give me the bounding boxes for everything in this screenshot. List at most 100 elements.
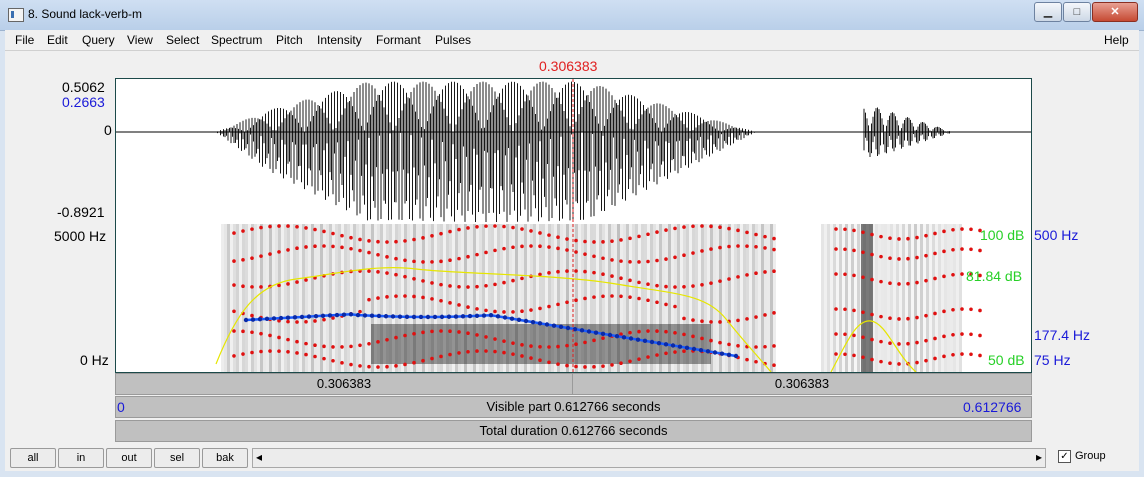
spectrogram-column [761,224,764,372]
waveform-plot[interactable] [116,79,1031,225]
formant-point [520,227,524,231]
formant-point [367,269,371,273]
formant-point [834,247,838,251]
formant-point [709,247,713,251]
formant-point [628,278,632,283]
formant-point [709,281,713,285]
spectrogram-column [914,224,917,372]
formant-point [852,308,856,313]
spectrogram-column [770,224,773,372]
formant-point [385,295,389,299]
spectrogram-plot[interactable] [116,224,1031,373]
spectrogram-column [929,224,932,372]
formant-point [655,258,659,263]
pitch-point [432,314,438,320]
formant-point [924,338,928,343]
waveform-panel[interactable] [115,78,1032,226]
formant-point [367,297,371,302]
menu-intensity[interactable]: Intensity [317,33,362,47]
formant-point [367,364,371,369]
spectrogram-panel[interactable] [115,224,1032,373]
visible-part-bar[interactable]: Visible part 0.612766 seconds [115,396,1032,418]
spectrogram-column [362,224,365,372]
formant-point [852,333,856,338]
scroll-left-icon[interactable]: ◂ [256,450,262,464]
menu-select[interactable]: Select [166,33,199,47]
formant-point [978,308,982,313]
zoom-selection-button[interactable]: sel [154,448,200,468]
formant-point [942,309,946,314]
formant-point [682,316,686,321]
left-part-bar[interactable]: 0.306383 [115,373,573,395]
formant-point [628,236,632,241]
formant-point [772,269,776,273]
formant-point [304,319,308,324]
formant-point [843,307,847,312]
pitch-point [474,313,480,319]
zoom-all-button[interactable]: all [10,448,56,468]
scroll-right-icon[interactable]: ▸ [1036,450,1042,464]
pitch-point [607,332,613,338]
formant-point [834,352,838,356]
formant-point [340,361,344,365]
formant-point [466,226,470,230]
pitch-point [453,314,459,319]
menu-query[interactable]: Query [82,33,115,47]
menu-spectrum[interactable]: Spectrum [211,33,262,47]
formant-point [691,334,695,339]
spectrogram-column [284,224,287,372]
formant-point [664,284,668,289]
formant-point [511,352,515,356]
formant-point [834,227,838,231]
zoom-in-button[interactable]: in [58,448,104,468]
pitch-point [278,315,284,321]
formant-point [556,269,560,274]
spectrogram-column [365,224,368,372]
formant-point [349,246,353,251]
pitch-point [586,329,592,334]
minimize-button[interactable]: ▁ [1034,2,1062,22]
pitch-point [719,351,725,356]
menu-pulses[interactable]: Pulses [435,33,471,47]
total-duration-bar[interactable]: Total duration 0.612766 seconds [115,420,1032,442]
formant-point [430,297,434,301]
pitch-point [705,349,711,354]
formant-point [538,272,542,277]
pitch-point [684,345,690,351]
formant-point [727,244,731,249]
spectrogram-column [248,224,251,372]
maximize-button[interactable]: □ [1063,2,1091,22]
formant-point [574,269,578,273]
formant-point [924,233,928,238]
horizontal-scrollbar[interactable]: ◂ ▸ [252,448,1046,468]
formant-point [241,284,245,289]
spectrogram-column [878,224,881,372]
zoom-back-button[interactable]: bak [202,448,248,468]
menu-edit[interactable]: Edit [47,33,68,47]
formant-point [565,363,569,368]
pitch-point [642,338,648,344]
group-checkbox[interactable]: ✓ [1058,450,1071,463]
zoom-out-button[interactable]: out [106,448,152,468]
menu-file[interactable]: File [15,33,34,47]
close-button[interactable]: ✕ [1092,2,1138,22]
formant-point [250,350,254,355]
menu-view[interactable]: View [127,33,153,47]
formant-point [897,237,901,241]
formant-point [250,285,254,289]
menu-formant[interactable]: Formant [376,33,421,47]
formant-point [484,250,488,255]
formant-point [520,244,524,249]
intensity-min-label: 50 dB [988,352,1025,368]
menu-help[interactable]: Help [1104,33,1129,47]
formant-point [969,307,973,312]
spectrogram-column [956,224,959,372]
formant-point [367,341,371,346]
pitch-point [362,313,368,318]
formant-point [933,251,937,256]
formant-point [583,340,587,345]
formant-point [403,294,407,298]
menu-pitch[interactable]: Pitch [276,33,303,47]
formant-point [565,237,569,241]
right-part-bar[interactable]: 0.306383 [572,373,1032,395]
